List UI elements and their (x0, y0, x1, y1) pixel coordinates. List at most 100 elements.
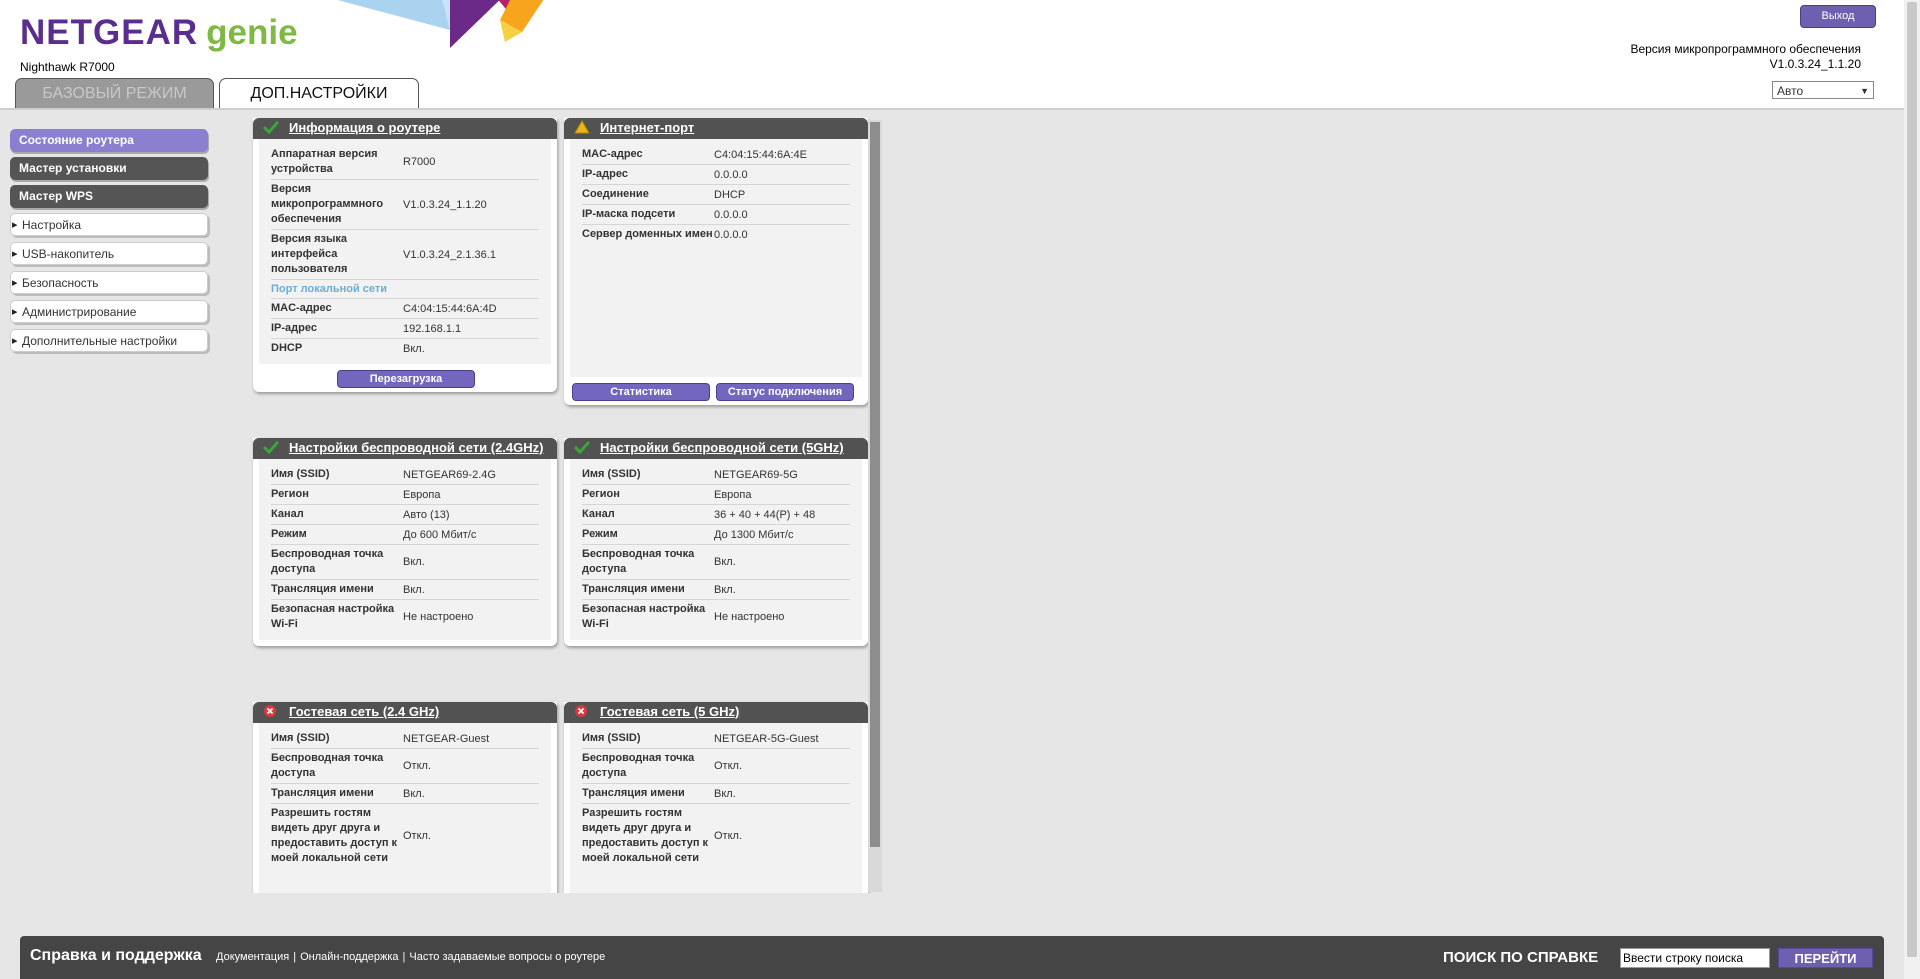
info-key: Имя (SSID) (582, 468, 641, 480)
guest-24-title[interactable]: Гостевая сеть (2.4 GHz) (289, 704, 439, 719)
info-value: C4:04:15:44:6A:4E (714, 148, 807, 161)
info-row: Безопасная настройка Wi-Fi Не настроено (582, 600, 850, 634)
firmware-version-value: V1.0.3.24_1.1.20 (1769, 57, 1861, 71)
info-row: Регион Европа (582, 485, 850, 505)
info-key: Имя (SSID) (582, 732, 641, 744)
guest-24-header: Гостевая сеть (2.4 GHz) (253, 702, 557, 723)
info-value: Вкл. (403, 787, 425, 800)
language-select[interactable]: Авто ▼ (1772, 81, 1874, 99)
lan-port-section-title: Порт локальной сети (271, 280, 539, 299)
help-search-input[interactable] (1620, 948, 1770, 968)
info-key: Режим (271, 528, 307, 540)
info-value: Авто (13) (403, 508, 450, 521)
guest-5-panel: Гостевая сеть (5 GHz) Имя (SSID) NETGEAR-… (564, 702, 868, 893)
info-key: Трансляция имени (271, 787, 374, 799)
info-key: Беспроводная точка доступа (271, 548, 384, 575)
sidebar-item-administration[interactable]: Администрирование (10, 300, 208, 324)
wireless-24-title[interactable]: Настройки беспроводной сети (2.4GHz) (289, 440, 543, 455)
info-key: Имя (SSID) (271, 732, 330, 744)
info-value: Вкл. (403, 342, 425, 355)
info-value: C4:04:15:44:6A:4D (403, 302, 497, 315)
info-key: Безопасная настройка Wi-Fi (582, 603, 706, 630)
brand-product: genie (206, 13, 298, 52)
info-key: Разрешить гостям видеть друг друга и пре… (271, 807, 398, 864)
info-row: Версия микропрограммного обеспечения V1.0… (271, 180, 539, 230)
content-scrollbar-thumb[interactable] (870, 122, 880, 847)
sidebar-item-security[interactable]: Безопасность (10, 271, 208, 295)
chevron-down-icon: ▼ (1860, 86, 1869, 96)
online-support-link[interactable]: Онлайн-поддержка (300, 951, 398, 963)
content-scrollbar[interactable] (868, 120, 882, 892)
sidebar-item-advanced-setup[interactable]: Дополнительные настройки (10, 329, 208, 353)
guest-5-title[interactable]: Гостевая сеть (5 GHz) (600, 704, 739, 719)
wireless-24-body: Имя (SSID) NETGEAR69-2.4G Регион Европа Ка… (259, 459, 551, 640)
info-key: IP-адрес (582, 168, 628, 180)
info-row: Канал Авто (13) (271, 505, 539, 525)
wireless-24-header: Настройки беспроводной сети (2.4GHz) (253, 438, 557, 459)
sidebar-item-setup-wizard[interactable]: Мастер установки (10, 157, 208, 180)
internet-port-title[interactable]: Интернет-порт (600, 120, 694, 135)
info-row: Режим До 600 Мбит/с (271, 525, 539, 545)
info-value: 192.168.1.1 (403, 322, 462, 335)
wireless-24-panel: Настройки беспроводной сети (2.4GHz) Имя… (253, 438, 557, 646)
info-key: Трансляция имени (582, 583, 685, 595)
info-key: Беспроводная точка доступа (582, 548, 695, 575)
sidebar-item-usb-storage[interactable]: USB-накопитель (10, 242, 208, 266)
info-key: Трансляция имени (271, 583, 374, 595)
wireless-5-title[interactable]: Настройки беспроводной сети (5GHz) (600, 440, 844, 455)
router-info-panel: Информация о роутере Аппаратная версия у… (253, 118, 557, 392)
info-value: Не настроено (714, 611, 785, 623)
wireless-5-body: Имя (SSID) NETGEAR69-5G Регион Европа Кана… (570, 459, 862, 640)
info-value: 0.0.0.0 (714, 208, 748, 221)
info-value: Не настроено (403, 611, 474, 623)
language-value: Авто (1777, 84, 1804, 98)
help-footer: Справка и поддержка Документация | Онлайн-… (20, 936, 1884, 979)
sidebar-item-router-status[interactable]: Состояние роутера (10, 129, 208, 152)
faq-link[interactable]: Часто задаваемые вопросы о роутере (409, 951, 605, 963)
help-search-label: ПОИСК ПО СПРАВКЕ (1443, 949, 1599, 966)
info-row: Разрешить гостям видеть друг друга и пре… (271, 804, 539, 868)
info-value: 0.0.0.0 (714, 228, 748, 241)
tab-advanced-settings[interactable]: ДОП.НАСТРОЙКИ (219, 78, 419, 110)
info-row: Разрешить гостям видеть друг друга и пре… (582, 804, 850, 868)
reboot-button[interactable]: Перезагрузка (337, 370, 475, 388)
info-row: Имя (SSID) NETGEAR69-2.4G (271, 465, 539, 485)
page-scrollbar-thumb[interactable] (1907, 2, 1917, 957)
info-value: V1.0.3.24_2.1.36.1 (403, 248, 496, 261)
router-info-header: Информация о роутере (253, 118, 557, 139)
info-row: Сервер доменных имен 0.0.0.0 (582, 225, 850, 244)
info-key: IP-адрес (271, 322, 317, 334)
router-model: Nighthawk R7000 (20, 60, 115, 74)
logout-button[interactable]: Выход (1800, 5, 1876, 28)
info-value: До 600 Мбит/с (403, 528, 477, 541)
info-key: Имя (SSID) (271, 468, 330, 480)
tab-basic-mode[interactable]: БАЗОВЫЙ РЕЖИМ (15, 78, 214, 108)
info-value: Вкл. (403, 556, 425, 568)
help-search-button[interactable]: ПЕРЕЙТИ (1778, 948, 1873, 968)
check-icon (573, 440, 591, 457)
info-row: Беспроводная точка доступа Откл. (271, 749, 539, 784)
info-row: Безопасная настройка Wi-Fi Не настроено (271, 600, 539, 634)
documentation-link[interactable]: Документация (216, 951, 289, 963)
info-value: Откл. (403, 760, 432, 772)
statistics-button[interactable]: Статистика (572, 383, 710, 401)
router-info-body: Аппаратная версия устройства R7000 Версия… (259, 139, 551, 364)
sidebar-item-setup[interactable]: Настройка (10, 213, 208, 237)
netgear-genie-logo[interactable]: NETGEAR genie (20, 13, 298, 53)
info-value: Вкл. (714, 583, 736, 596)
info-key: Канал (582, 508, 615, 520)
info-row: Трансляция имени Вкл. (271, 580, 539, 600)
info-key: Версия микропрограммного обеспечения (271, 183, 384, 225)
info-row: Режим До 1300 Мбит/с (582, 525, 850, 545)
info-row: Версия языка интерфейса пользователя V1.0… (271, 230, 539, 280)
sidebar: Состояние роутера Мастер установки Масте… (10, 129, 208, 358)
page-scrollbar[interactable] (1904, 0, 1920, 979)
info-value: 36 + 40 + 44(P) + 48 (714, 508, 816, 521)
router-info-title[interactable]: Информация о роутере (289, 120, 440, 135)
info-value: NETGEAR69-5G (714, 468, 798, 481)
internet-port-body: MAC-адрес C4:04:15:44:6A:4E IP-адрес 0.0.0… (570, 139, 862, 377)
info-key: Трансляция имени (582, 787, 685, 799)
info-row: Канал 36 + 40 + 44(P) + 48 (582, 505, 850, 525)
sidebar-item-wps-wizard[interactable]: Мастер WPS (10, 185, 208, 208)
connection-status-button[interactable]: Статус подключения (716, 383, 854, 401)
